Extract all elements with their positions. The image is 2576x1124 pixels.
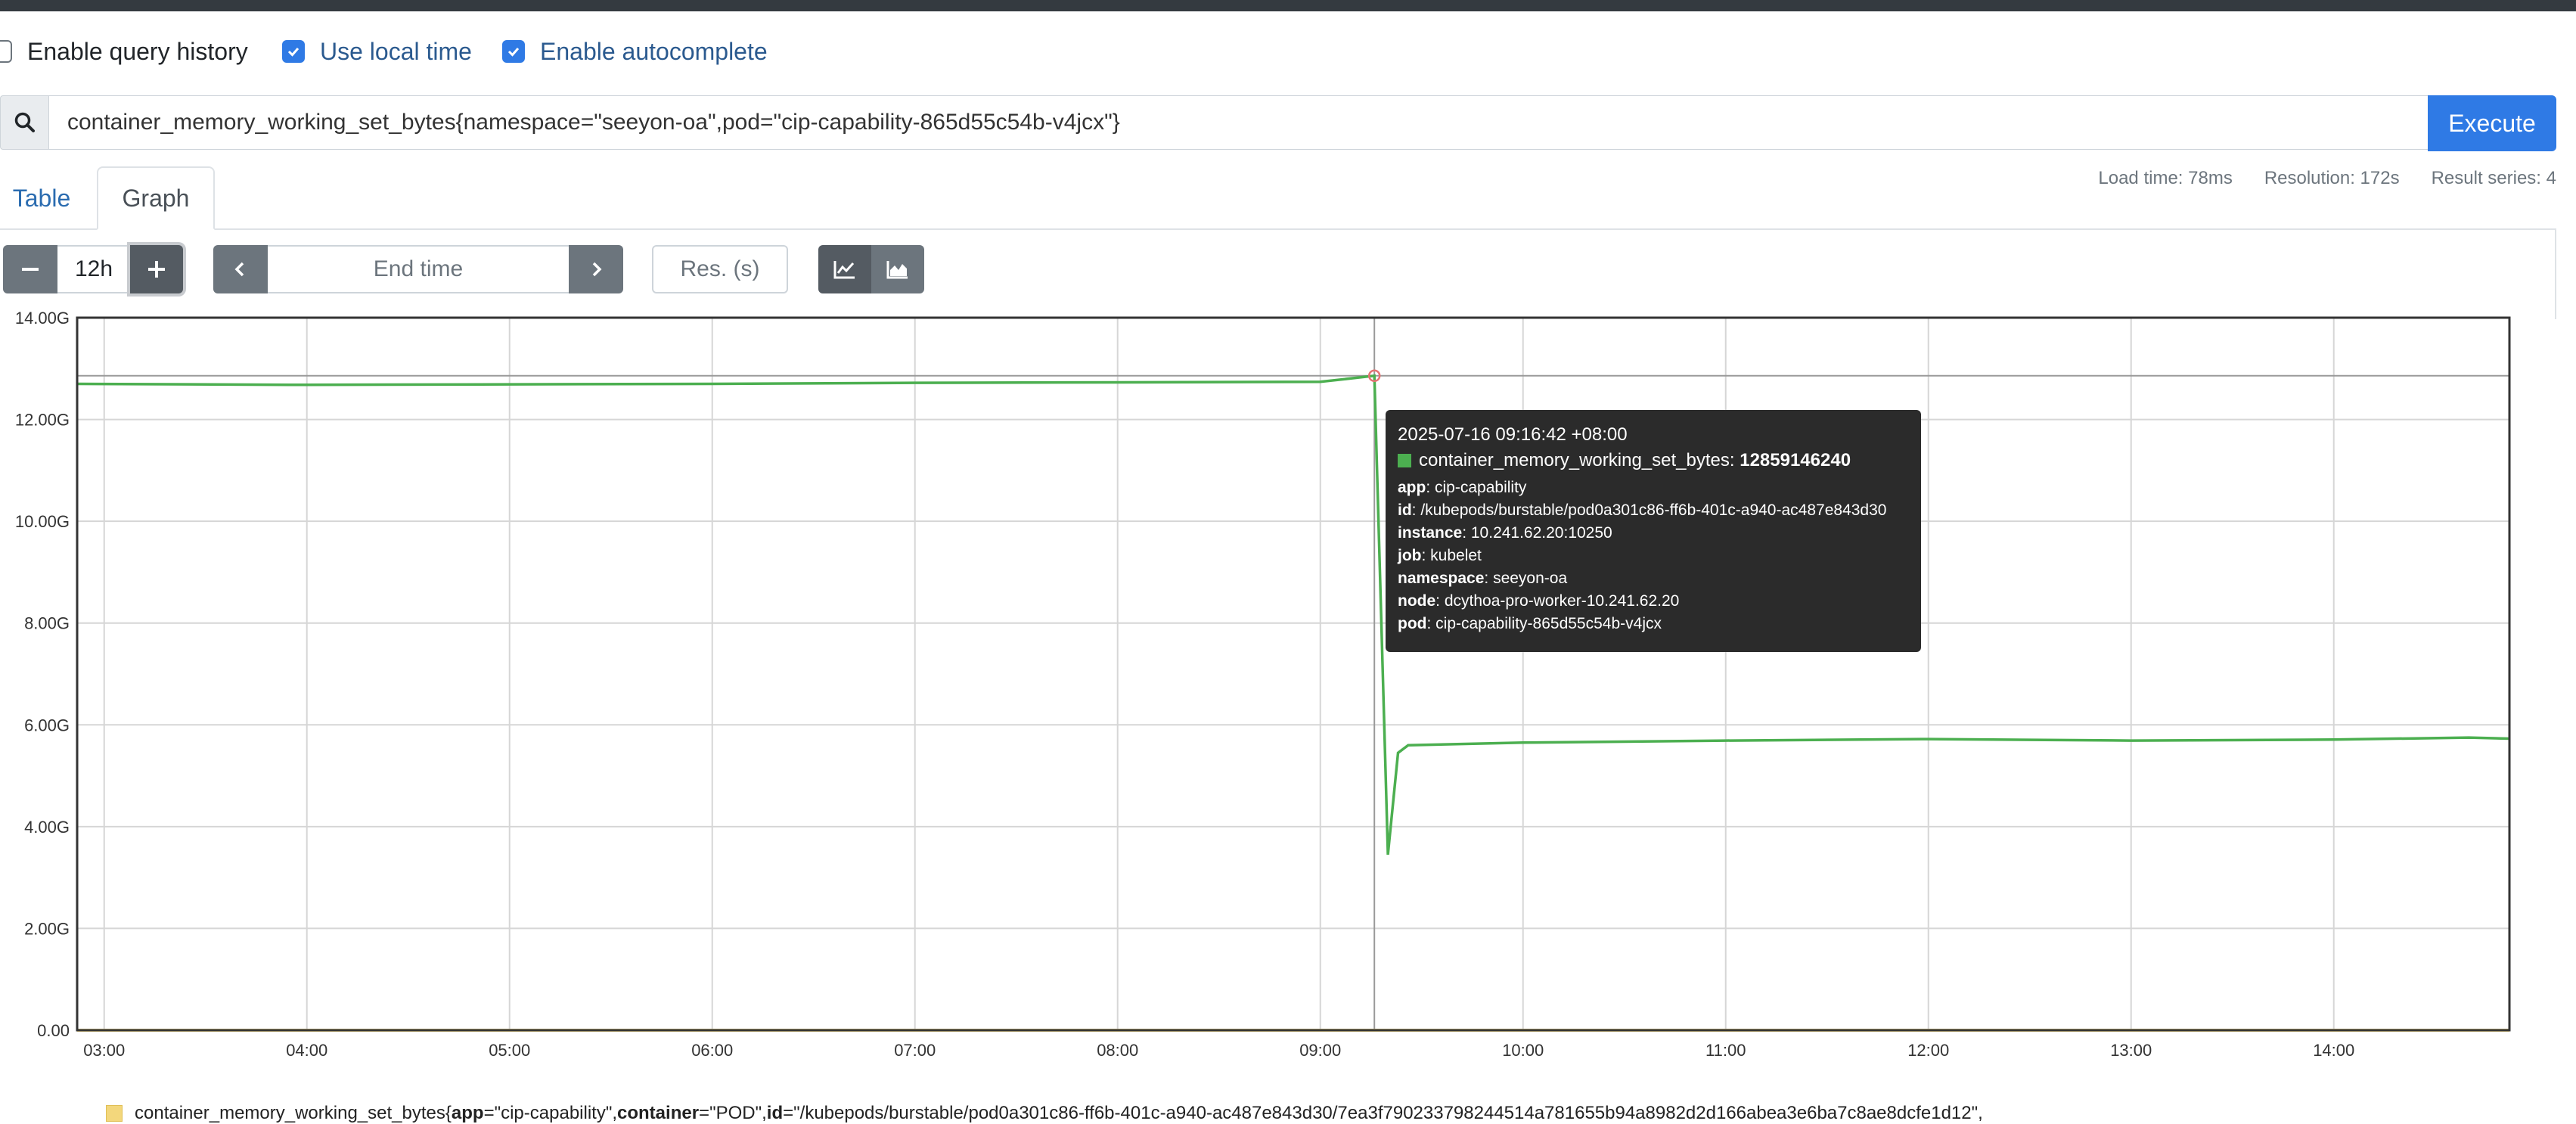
tooltip-label-app: app: cip-capability bbox=[1398, 479, 1527, 496]
tooltip-label-pod: pod: cip-capability-865d55c54b-v4jcx bbox=[1398, 615, 1662, 632]
local-time-option[interactable]: Use local time bbox=[282, 35, 472, 68]
plot-area bbox=[77, 318, 2509, 1030]
x-tick-label: 12:00 bbox=[1907, 1041, 1949, 1059]
end-time-input[interactable]: End time bbox=[268, 245, 569, 293]
local-time-checkbox[interactable] bbox=[282, 40, 305, 63]
legend-app-key: app bbox=[451, 1103, 484, 1123]
previous-time-button[interactable] bbox=[213, 245, 268, 293]
tabs-divider bbox=[0, 228, 2556, 230]
search-icon bbox=[0, 95, 48, 150]
legend-id-value: ="/kubepods/burstable/pod0a301c86-ff6b-4… bbox=[783, 1103, 1983, 1123]
autocomplete-checkbox[interactable] bbox=[502, 40, 525, 63]
data-tooltip: 2025-07-16 09:16:42 +08:00 container_mem… bbox=[1386, 410, 1921, 652]
x-tick-label: 07:00 bbox=[894, 1041, 936, 1059]
y-tick-label: 10.00G bbox=[15, 512, 70, 531]
tooltip-label-id: id: /kubepods/burstable/pod0a301c86-ff6b… bbox=[1398, 501, 1887, 519]
x-tick-label: 03:00 bbox=[83, 1041, 125, 1059]
x-tick-label: 09:00 bbox=[1299, 1041, 1341, 1059]
x-tick-label: 13:00 bbox=[2110, 1041, 2152, 1059]
tooltip-label-job: job: kubelet bbox=[1398, 547, 1482, 564]
tooltip-label-node: node: dcythoa-pro-worker-10.241.62.20 bbox=[1398, 592, 1680, 610]
increase-range-button[interactable] bbox=[130, 245, 183, 293]
expression-input[interactable]: container_memory_working_set_bytes{names… bbox=[48, 95, 2429, 150]
query-history-label: Enable query history bbox=[27, 37, 248, 65]
graph-controls: 12h End time Res. (s) bbox=[0, 245, 938, 293]
memory-chart[interactable]: 14.00G 12.00G 10.00G 8.00G 6.00G 4.00G 2.00G 0.… bbox=[0, 303, 2576, 1059]
query-history-option[interactable]: Enable query history bbox=[0, 35, 248, 68]
x-tick-label: 06:00 bbox=[691, 1041, 733, 1059]
stacked-chart-button[interactable] bbox=[871, 245, 924, 293]
area-chart-icon bbox=[886, 261, 908, 279]
autocomplete-option[interactable]: Enable autocomplete bbox=[502, 35, 768, 68]
next-time-button[interactable] bbox=[569, 245, 623, 293]
resolution-input[interactable]: Res. (s) bbox=[652, 245, 788, 293]
y-tick-label: 0.00 bbox=[37, 1021, 70, 1040]
x-tick-label: 05:00 bbox=[489, 1041, 530, 1059]
legend-metric: container_memory_working_set_bytes{ bbox=[135, 1103, 452, 1123]
minus-icon bbox=[22, 268, 39, 271]
query-stats: Load time: 78ms Resolution: 172s Result … bbox=[2098, 168, 2556, 189]
y-tick-label: 4.00G bbox=[24, 818, 70, 837]
load-time: Load time: 78ms bbox=[2098, 168, 2233, 188]
tooltip-metric: container_memory_working_set_bytes bbox=[1419, 450, 1730, 470]
execute-button[interactable]: Execute bbox=[2428, 95, 2556, 151]
autocomplete-label: Enable autocomplete bbox=[540, 37, 768, 65]
tab-graph[interactable]: Graph bbox=[97, 166, 215, 230]
line-chart-icon bbox=[833, 261, 855, 279]
x-tick-label: 08:00 bbox=[1097, 1041, 1138, 1059]
legend-container-key: container bbox=[617, 1103, 700, 1123]
chevron-right-icon bbox=[592, 262, 602, 277]
x-tick-label: 14:00 bbox=[2313, 1041, 2354, 1059]
legend-id-key: id bbox=[766, 1103, 784, 1123]
result-series: Result series: 4 bbox=[2431, 168, 2556, 188]
y-tick-label: 14.00G bbox=[15, 309, 70, 328]
series-swatch bbox=[1398, 454, 1411, 467]
check-icon bbox=[507, 48, 520, 57]
query-bar: container_memory_working_set_bytes{names… bbox=[0, 95, 2556, 151]
line-chart-button[interactable] bbox=[818, 245, 871, 293]
tooltip-label-namespace: namespace: seeyon-oa bbox=[1398, 570, 1568, 587]
top-navbar bbox=[0, 0, 2576, 11]
chevron-left-icon bbox=[234, 262, 244, 277]
query-history-checkbox[interactable] bbox=[0, 40, 12, 63]
range-input[interactable]: 12h bbox=[57, 245, 130, 293]
decrease-range-button[interactable] bbox=[3, 245, 57, 293]
x-tick-label: 04:00 bbox=[286, 1041, 327, 1059]
tooltip-label-instance: instance: 10.241.62.20:10250 bbox=[1398, 524, 1612, 542]
grid-layer bbox=[77, 318, 2509, 1030]
local-time-label: Use local time bbox=[320, 37, 472, 65]
legend-swatch bbox=[106, 1105, 123, 1122]
plus-icon bbox=[148, 261, 165, 278]
tooltip-series: container_memory_working_set_bytes: 1285… bbox=[1398, 449, 1909, 472]
legend-item[interactable]: container_memory_working_set_bytes{app ="… bbox=[106, 1103, 1983, 1124]
tooltip-time: 2025-07-16 09:16:42 +08:00 bbox=[1398, 424, 1628, 445]
y-tick-label: 6.00G bbox=[24, 716, 70, 734]
check-icon bbox=[287, 48, 299, 57]
legend-app-value: ="cip-capability", bbox=[483, 1103, 618, 1123]
x-tick-label: 11:00 bbox=[1705, 1041, 1746, 1059]
y-tick-label: 2.00G bbox=[24, 919, 70, 938]
legend-container-value: ="POD", bbox=[699, 1103, 767, 1123]
y-tick-label: 8.00G bbox=[24, 614, 70, 633]
tooltip-labels: app: cip-capability id: /kubepods/burstab… bbox=[1398, 477, 1909, 635]
y-tick-label: 12.00G bbox=[15, 411, 70, 430]
x-tick-label: 10:00 bbox=[1502, 1041, 1544, 1059]
tab-table[interactable]: Table bbox=[0, 166, 83, 230]
tooltip-value: 12859146240 bbox=[1740, 450, 1851, 470]
resolution: Resolution: 172s bbox=[2264, 168, 2400, 188]
